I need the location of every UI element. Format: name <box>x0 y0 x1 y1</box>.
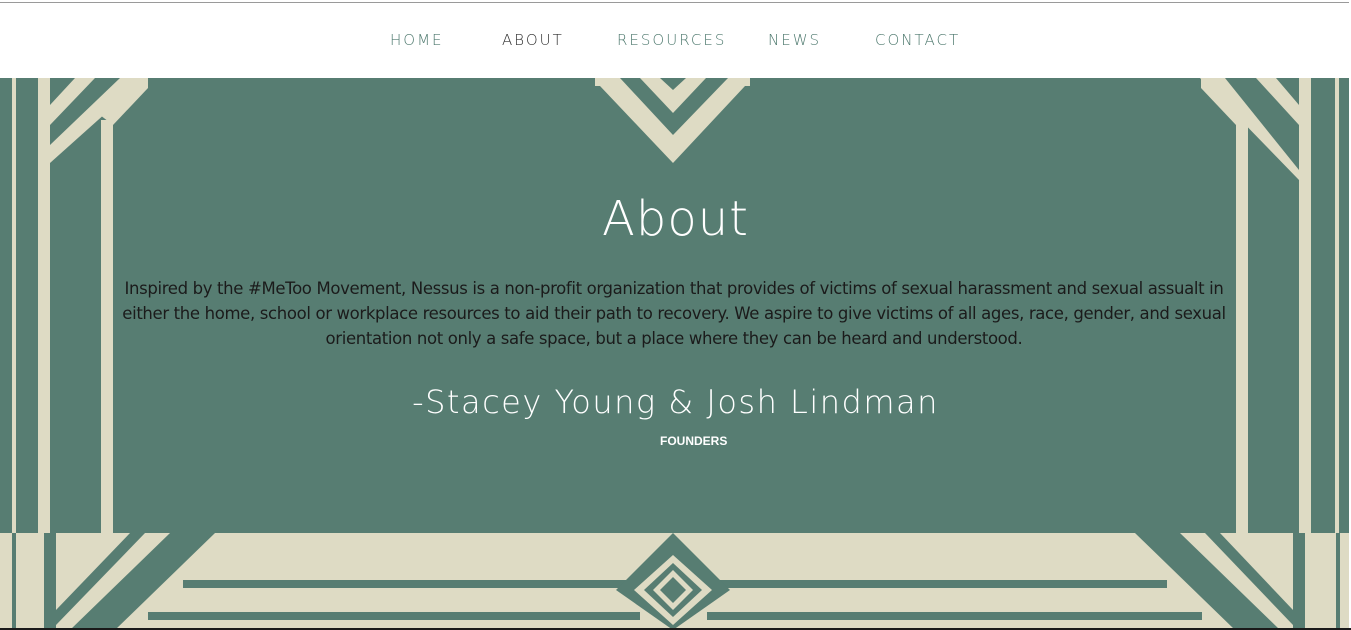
nav-contact[interactable]: CONTACT <box>875 31 960 49</box>
page-title: About <box>602 191 749 247</box>
nav-about[interactable]: ABOUT <box>502 31 564 49</box>
mission-statement: Inspired by the #MeToo Movement, Nessus … <box>122 279 1226 348</box>
nav-home[interactable]: HOME <box>390 31 444 49</box>
about-content: About Inspired by the #MeToo Movement, N… <box>0 78 1351 533</box>
main-navigation: HOME ABOUT RESOURCES NEWS CONTACT <box>0 3 1351 78</box>
nav-news[interactable]: NEWS <box>768 31 821 49</box>
nav-resources[interactable]: RESOURCES <box>617 31 726 49</box>
founders-label: FOUNDERS <box>660 434 728 448</box>
founders-signature: -Stacey Young & Josh Lindman <box>412 383 939 421</box>
